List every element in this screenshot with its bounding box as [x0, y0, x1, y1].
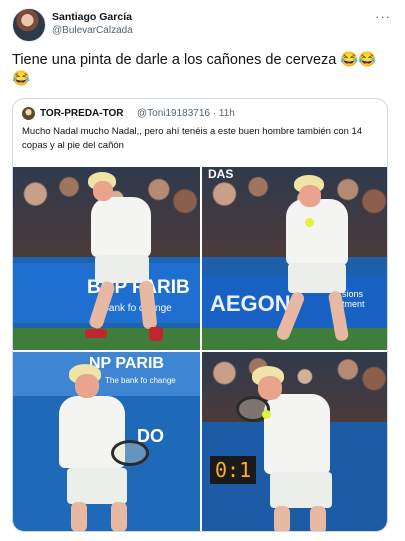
quoted-tweet[interactable]: TOR-PREDA-TOR @Toni19183716 · 11h Mucho …: [12, 98, 388, 532]
author-handle[interactable]: @BulevarCalzada: [52, 25, 133, 36]
media-photo-2[interactable]: DAS AEGON sions tment: [202, 167, 387, 350]
quoted-author-name: TOR-PREDA-TOR: [40, 108, 124, 119]
tennis-player-photo: [13, 352, 200, 531]
quoted-author-meta: @Toni19183716 · 11h: [137, 108, 235, 119]
author-name[interactable]: Santiago García: [52, 11, 132, 23]
media-photo-1[interactable]: BNP PARIB e bank fo change: [13, 167, 200, 350]
media-photo-3[interactable]: NP PARIB The bank fo change DO: [13, 352, 200, 531]
tennis-player-photo: [13, 167, 200, 350]
tweet-text: Tiene una pinta de darle a los cañones d…: [12, 52, 377, 87]
media-grid: BNP PARIB e bank fo change DAS: [13, 167, 387, 531]
tennis-player-photo: [202, 167, 387, 350]
author-avatar[interactable]: [12, 8, 46, 42]
quoted-author-avatar: [22, 107, 35, 120]
quoted-tweet-text: Mucho Nadal mucho Nadal,, pero ahí tenéi…: [22, 126, 363, 151]
media-photo-4[interactable]: 0:1: [202, 352, 387, 531]
tennis-player-photo: [202, 352, 387, 531]
more-options-icon[interactable]: ···: [375, 9, 391, 24]
tweet-card[interactable]: Santiago García @BulevarCalzada ··· Tien…: [0, 0, 405, 541]
